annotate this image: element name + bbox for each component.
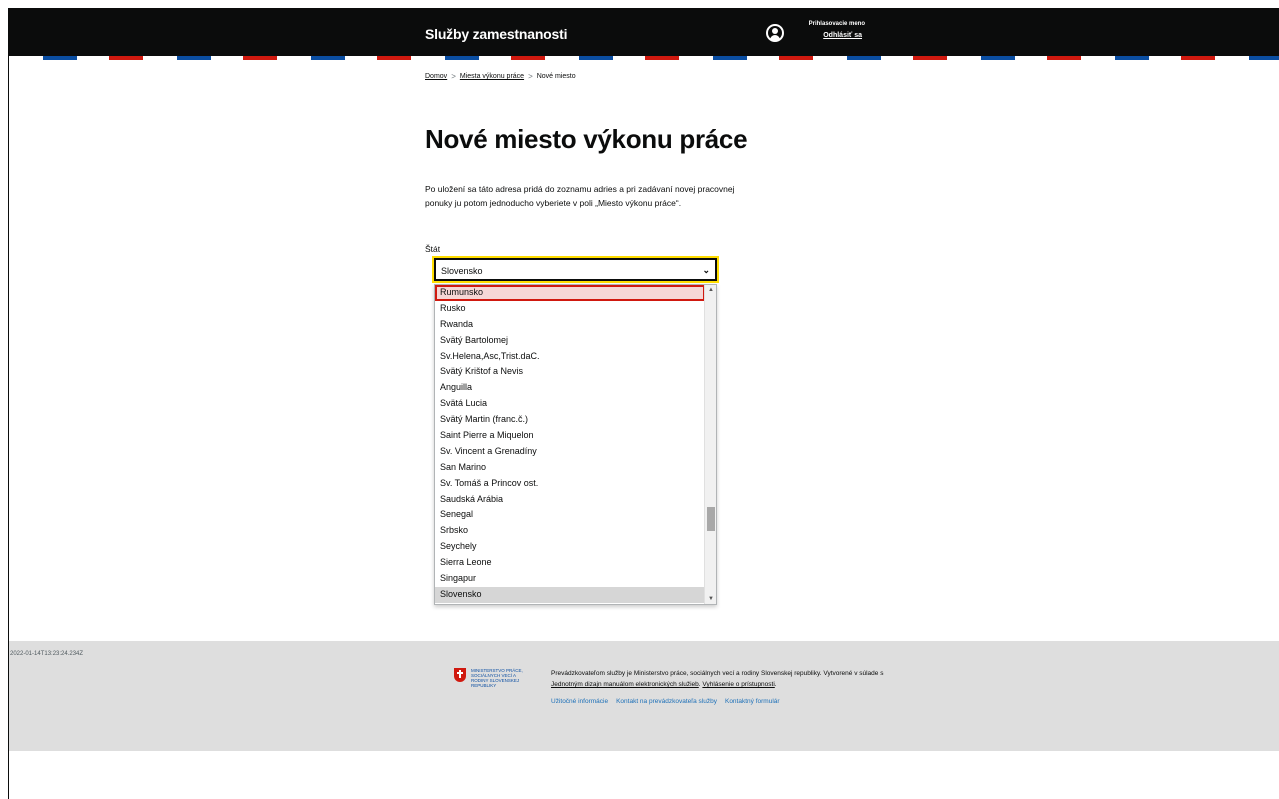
site-header (9, 9, 1279, 56)
breadcrumb-separator: > (451, 72, 456, 81)
dropdown-option[interactable]: Sv. Tomáš a Princov ost. (435, 476, 705, 492)
scrollbar-thumb[interactable] (707, 507, 715, 531)
dropdown-option[interactable]: Senegal (435, 507, 705, 523)
country-label: Štát (425, 244, 441, 254)
breadcrumb: Domov > Miesta výkonu práce > Nové miest… (425, 72, 576, 81)
logout-link[interactable]: Odhlásiť sa (795, 32, 862, 39)
login-name: Prihlasovacie meno (808, 21, 865, 27)
dropdown-option[interactable]: Sierra Leone (435, 555, 705, 571)
dropdown-option[interactable]: Rumunsko (435, 285, 705, 301)
footer-operator-text: Prevádzkovateľom služby je Ministerstvo … (551, 668, 891, 690)
dropdown-option[interactable]: Srbsko (435, 523, 705, 539)
country-dropdown-list[interactable]: Rumunsko Rusko Rwanda Svätý Bartolomej Sv.He… (434, 284, 717, 605)
operator-contact-link[interactable]: Kontakt na prevádzkovateľa služby (616, 698, 717, 705)
dropdown-option[interactable]: Rusko (435, 301, 705, 317)
page-title: Nové miesto výkonu práce (425, 124, 748, 154)
build-timestamp: 2022-01-14T13:23:24.234Z (10, 651, 84, 657)
scroll-up-arrow-icon[interactable]: ▲ (708, 287, 714, 293)
dropdown-option[interactable]: San Marino (435, 460, 705, 476)
coat-of-arms-icon (454, 668, 466, 682)
scroll-down-arrow-icon[interactable]: ▼ (708, 596, 714, 602)
contact-form-link[interactable]: Kontaktný formulár (725, 698, 780, 705)
breadcrumb-home[interactable]: Domov (425, 73, 447, 80)
dropdown-option[interactable]: Saint Pierre a Miquelon (435, 428, 705, 444)
ministry-logo: Ministerstvo práce, sociálnych vecí a ro… (454, 668, 531, 688)
user-avatar-icon (766, 24, 784, 42)
dropdown-option[interactable]: Sv. Vincent a Grenadíny (435, 444, 705, 460)
dropdown-option[interactable]: Rwanda (435, 317, 705, 333)
design-manual-link[interactable]: Jednotným dizajn manuálom elektronických… (551, 681, 699, 688)
header-stripe (9, 56, 1279, 60)
accessibility-statement-link[interactable]: Vyhlásenie o prístupnosti (702, 681, 774, 688)
intro-text: Po uložení sa táto adresa pridá do zozna… (425, 184, 735, 208)
country-select[interactable]: Slovensko ⌄ (432, 256, 719, 283)
country-select-value: Slovensko (441, 266, 483, 276)
dropdown-option[interactable]: Svätý Martin (franc.č.) (435, 412, 705, 428)
dropdown-option[interactable]: Sv.Helena,Asc,Trist.daC. (435, 349, 705, 365)
dropdown-option[interactable]: Seychely (435, 539, 705, 555)
dropdown-option[interactable]: Svätý Bartolomej (435, 333, 705, 349)
footer-text-part: Prevádzkovateľom služby je Ministerstvo … (551, 670, 884, 677)
dropdown-option[interactable]: Anguilla (435, 380, 705, 396)
useful-info-link[interactable]: Užitočné informácie (551, 698, 608, 705)
dropdown-option[interactable]: Svätá Lucia (435, 396, 705, 412)
ministry-name: Ministerstvo práce, sociálnych vecí a ro… (471, 668, 523, 688)
footer-links: Užitočné informácie Kontakt na prevádzko… (551, 698, 780, 705)
dropdown-option[interactable]: Svätý Krištof a Nevis (435, 364, 705, 380)
breadcrumb-work-places[interactable]: Miesta výkonu práce (460, 73, 524, 80)
dropdown-option[interactable]: Saudská Arábia (435, 492, 705, 508)
breadcrumb-current: Nové miesto (536, 73, 576, 80)
chevron-down-icon: ⌄ (702, 265, 710, 275)
dropdown-option[interactable]: Singapur (435, 571, 705, 587)
dropdown-option[interactable]: Slovensko (435, 586, 705, 603)
breadcrumb-separator: > (528, 72, 533, 81)
options-container: Rumunsko Rusko Rwanda Svätý Bartolomej Sv.He… (435, 285, 716, 603)
site-footer (9, 641, 1279, 751)
footer-text-part: . (774, 681, 777, 688)
dropdown-scrollbar[interactable]: ▲ ▼ (704, 285, 716, 604)
brand-title[interactable]: Služby zamestnanosti (425, 26, 567, 42)
